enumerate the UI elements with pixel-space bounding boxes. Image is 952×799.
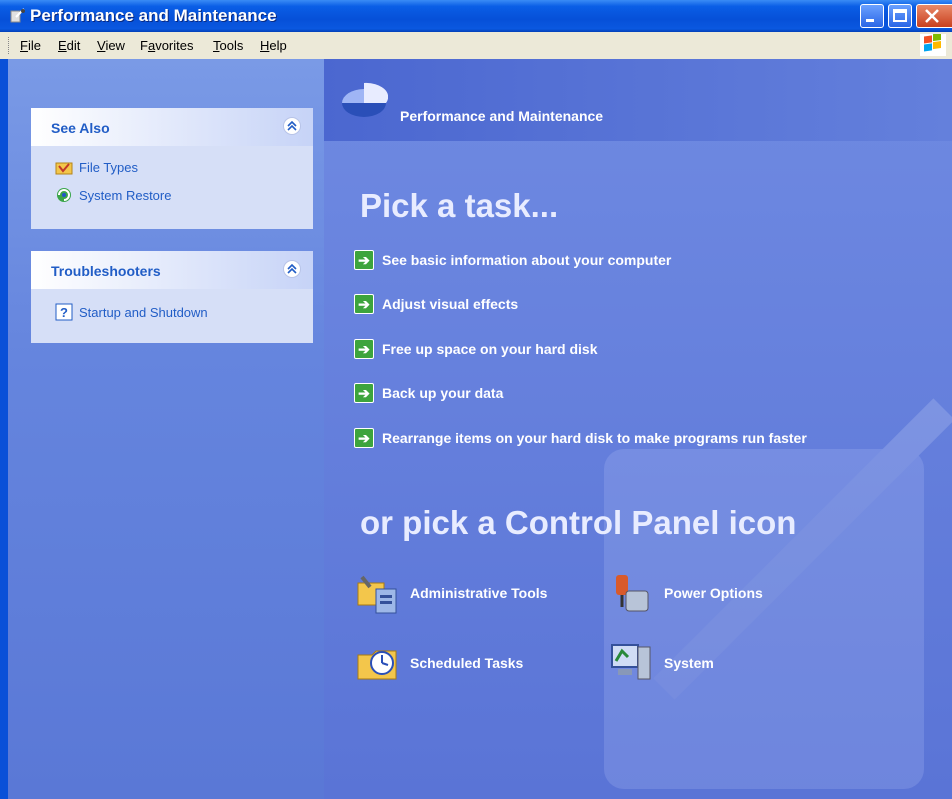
file-types-link[interactable]: File Types bbox=[55, 158, 138, 176]
system-restore-link[interactable]: System Restore bbox=[55, 186, 171, 204]
menu-view[interactable]: View bbox=[97, 38, 125, 53]
administrative-tools-icon bbox=[357, 575, 397, 614]
close-button[interactable] bbox=[916, 4, 952, 28]
chevron-up-icon bbox=[287, 120, 297, 131]
window-left-border bbox=[0, 59, 8, 799]
performance-icon bbox=[10, 8, 25, 23]
see-also-title: See Also bbox=[51, 120, 110, 136]
window-title: Performance and Maintenance bbox=[30, 6, 277, 25]
task-label: Back up your data bbox=[382, 385, 504, 401]
svg-text:?: ? bbox=[60, 305, 68, 320]
task-label: See basic information about your compute… bbox=[382, 252, 672, 268]
minimize-icon bbox=[866, 19, 874, 22]
minimize-button[interactable] bbox=[860, 4, 884, 28]
menu-favorites[interactable]: Favorites bbox=[140, 38, 193, 53]
see-also-panel: See Also File Types System Restore bbox=[31, 108, 313, 229]
task-visual-effects[interactable]: ➔ Adjust visual effects bbox=[354, 294, 518, 314]
arrow-right-icon: ➔ bbox=[354, 294, 374, 314]
file-types-label: File Types bbox=[79, 159, 139, 175]
task-backup[interactable]: ➔ Back up your data bbox=[354, 383, 503, 403]
performance-maintenance-icon bbox=[342, 82, 388, 117]
administrative-tools-label: Administrative Tools bbox=[410, 585, 548, 601]
collapse-see-also-button[interactable] bbox=[283, 117, 301, 135]
troubleshooters-header[interactable]: Troubleshooters bbox=[31, 251, 313, 289]
windows-logo-icon bbox=[920, 34, 946, 56]
collapse-troubleshooters-button[interactable] bbox=[283, 260, 301, 278]
arrow-right-icon: ➔ bbox=[354, 250, 374, 270]
title-bar[interactable]: Performance and Maintenance bbox=[0, 0, 952, 32]
file-types-icon bbox=[55, 162, 73, 175]
task-defragment[interactable]: ➔ Rearrange items on your hard disk to m… bbox=[354, 428, 807, 448]
power-options-link[interactable]: Power Options bbox=[608, 569, 763, 617]
maximize-icon bbox=[893, 9, 907, 22]
system-label: System bbox=[664, 655, 714, 671]
task-label: Rearrange items on your hard disk to mak… bbox=[382, 430, 807, 446]
startup-shutdown-link[interactable]: ? Startup and Shutdown bbox=[55, 303, 208, 321]
administrative-tools-link[interactable]: Administrative Tools bbox=[354, 569, 547, 617]
task-label: Free up space on your hard disk bbox=[382, 341, 598, 357]
system-link[interactable]: System bbox=[608, 639, 714, 687]
troubleshooters-title: Troubleshooters bbox=[51, 263, 161, 279]
power-options-icon bbox=[616, 575, 649, 612]
task-basic-info[interactable]: ➔ See basic information about your compu… bbox=[354, 250, 671, 270]
help-icon: ? bbox=[55, 303, 73, 321]
menu-help[interactable]: Help bbox=[260, 38, 287, 53]
toolbar-grip[interactable] bbox=[8, 37, 12, 54]
scheduled-tasks-link[interactable]: Scheduled Tasks bbox=[354, 639, 523, 687]
chevron-up-icon bbox=[287, 263, 297, 274]
arrow-right-icon: ➔ bbox=[354, 383, 374, 403]
see-also-header[interactable]: See Also bbox=[31, 108, 313, 146]
system-icon bbox=[611, 644, 651, 680]
maximize-button[interactable] bbox=[888, 4, 912, 28]
menu-bar: File Edit View Favorites Tools Help bbox=[0, 32, 952, 60]
task-free-space[interactable]: ➔ Free up space on your hard disk bbox=[354, 339, 598, 359]
arrow-right-icon: ➔ bbox=[354, 339, 374, 359]
scheduled-tasks-label: Scheduled Tasks bbox=[410, 655, 524, 671]
troubleshooters-panel: Troubleshooters ? Startup and Shutdown bbox=[31, 251, 313, 343]
main-content: Performance and Maintenance Pick a task.… bbox=[324, 59, 952, 799]
close-icon bbox=[925, 9, 939, 23]
startup-shutdown-label: Startup and Shutdown bbox=[79, 304, 208, 320]
category-title: Performance and Maintenance bbox=[400, 108, 604, 124]
pick-icon-heading: or pick a Control Panel icon bbox=[360, 504, 797, 541]
task-label: Adjust visual effects bbox=[382, 296, 519, 312]
arrow-right-icon: ➔ bbox=[354, 428, 374, 448]
system-restore-icon bbox=[57, 188, 71, 202]
system-restore-label: System Restore bbox=[79, 187, 172, 203]
power-options-label: Power Options bbox=[664, 585, 763, 601]
menu-tools[interactable]: Tools bbox=[213, 38, 243, 53]
menu-file[interactable]: File bbox=[20, 38, 41, 53]
pick-task-heading: Pick a task... bbox=[360, 187, 559, 224]
task-pane: See Also File Types System Restore Troub… bbox=[8, 59, 324, 799]
menu-edit[interactable]: Edit bbox=[58, 38, 80, 53]
category-header: Performance and Maintenance bbox=[324, 59, 952, 141]
explorer-window: Performance and Maintenance File Edit Vi… bbox=[0, 0, 952, 799]
scheduled-tasks-icon bbox=[357, 650, 397, 680]
